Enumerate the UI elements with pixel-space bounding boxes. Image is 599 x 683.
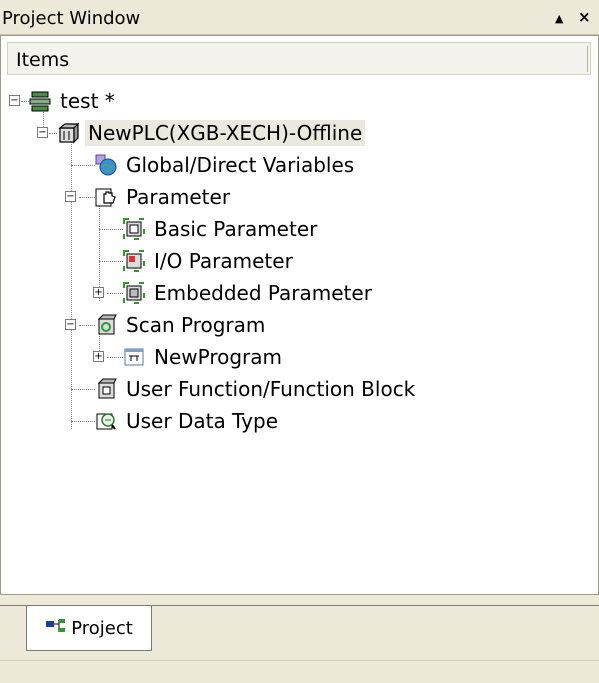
tree-item-embedded-parameter[interactable]: Embedded Parameter — [123, 278, 375, 308]
tree-item-label: test * — [60, 89, 115, 113]
tree-item-label: Scan Program — [126, 313, 266, 337]
tree-item-io-parameter[interactable]: I/O Parameter — [123, 246, 296, 276]
tree-item-basic-parameter[interactable]: Basic Parameter — [123, 214, 320, 244]
collapse-toggle-root[interactable]: − — [9, 95, 20, 106]
tree-item-label: Basic Parameter — [154, 217, 318, 241]
tree-item-label: Embedded Parameter — [154, 281, 372, 305]
tree-item-label: Parameter — [126, 185, 231, 209]
tree-item-label: User Function/Function Block — [126, 377, 416, 401]
collapse-toggle-plc[interactable]: − — [37, 127, 48, 138]
user-function-icon — [95, 378, 117, 400]
status-bar — [0, 660, 599, 683]
tree-item-root[interactable]: test * — [29, 86, 118, 116]
pin-icon[interactable]: ▲ — [555, 12, 563, 25]
tree-item-label: Global/Direct Variables — [126, 153, 355, 177]
project-icon — [29, 90, 51, 112]
tree-item-user-function[interactable]: User Function/Function Block — [95, 374, 418, 404]
tab-bar: Project — [0, 595, 599, 660]
tree-item-label: NewProgram — [154, 345, 283, 369]
items-column-header[interactable]: Items — [7, 42, 591, 75]
tree-item-user-data-type[interactable]: User Data Type — [95, 406, 281, 436]
collapse-toggle-scan-program[interactable]: − — [65, 319, 76, 330]
expand-toggle-embedded-parameter[interactable]: + — [93, 287, 104, 298]
user-data-type-icon — [95, 410, 117, 432]
tree-item-plc[interactable]: NewPLC(XGB-XECH)-Offline — [57, 118, 366, 148]
tree-item-scan-program[interactable]: Scan Program — [95, 310, 268, 340]
project-tree: − test * − NewPLC(XGB-XECH)-Offline Glob… — [1, 81, 598, 591]
tab-project-label: Project — [71, 617, 133, 639]
expand-toggle-new-program[interactable]: + — [93, 351, 104, 362]
items-header-label: Items — [16, 49, 70, 71]
globe-icon — [95, 154, 117, 176]
tree-item-label: NewPLC(XGB-XECH)-Offline — [85, 120, 366, 146]
io-parameter-icon — [123, 250, 145, 272]
title-bar: Project Window ▲ × — [0, 0, 599, 35]
tree-item-label: I/O Parameter — [154, 249, 293, 273]
basic-parameter-icon — [123, 218, 145, 240]
collapse-toggle-parameter[interactable]: − — [65, 191, 76, 202]
project-tree-panel: Items − test * − NewPLC(XGB-XECH)-Offlin… — [0, 35, 599, 595]
tree-item-label: User Data Type — [126, 409, 278, 433]
embedded-parameter-icon — [123, 282, 145, 304]
window-title: Project Window — [2, 8, 141, 29]
hand-pointer-icon — [95, 186, 117, 208]
tab-project[interactable]: Project — [26, 606, 152, 651]
plc-icon — [57, 122, 80, 144]
program-icon — [123, 346, 145, 368]
project-tab-icon — [45, 618, 67, 639]
tree-item-parameter[interactable]: Parameter — [95, 182, 233, 212]
column-resize-handle[interactable] — [587, 46, 588, 72]
scan-program-icon — [95, 314, 117, 336]
close-icon[interactable]: × — [578, 8, 591, 26]
tree-item-new-program[interactable]: NewProgram — [123, 342, 285, 372]
tree-item-global-variables[interactable]: Global/Direct Variables — [95, 150, 357, 180]
